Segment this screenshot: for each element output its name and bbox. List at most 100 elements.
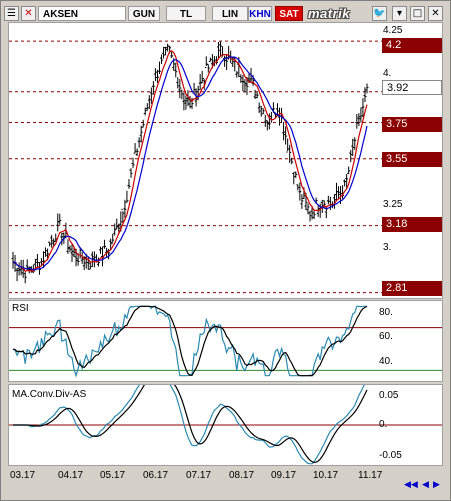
level-tag-3-75: 3.75 (382, 117, 442, 132)
price-bar (70, 244, 74, 262)
scroll-left-end-icon[interactable]: ◀◀ (404, 480, 418, 490)
current-price-tag: 3.92 (382, 80, 442, 95)
price-bar (204, 56, 208, 69)
month-label: 04.17 (58, 470, 84, 481)
month-label: 10.17 (313, 470, 339, 481)
price-bar (103, 239, 107, 249)
price-bar (284, 126, 288, 145)
price-bar (147, 95, 151, 109)
price-bar (282, 122, 286, 141)
symbol-field[interactable]: AKSEN (38, 6, 126, 21)
price-bar (261, 108, 265, 115)
price-bar (127, 179, 131, 189)
macd-title: MA.Conv.Div-AS (12, 389, 87, 400)
level-tag-3-55: 3.55 (382, 152, 442, 167)
price-bar (151, 81, 155, 95)
price-bar (157, 61, 161, 75)
price-bar (11, 251, 15, 269)
maximize-icon[interactable]: □ (410, 6, 425, 21)
price-bar (174, 62, 178, 78)
price-bar (66, 239, 70, 254)
price-bar (178, 79, 182, 99)
rsi-panel[interactable]: RSI 80. 60. 40. (8, 300, 443, 382)
price-bar (98, 246, 102, 254)
price-panel[interactable]: 4.25 4.2 4. 3.92 3.75 3.55 3.25 3.18 3. … (8, 22, 443, 299)
month-label: 03.17 (10, 470, 36, 481)
price-bar (357, 113, 361, 127)
price-bar (125, 190, 129, 203)
price-bar (296, 184, 300, 191)
price-bar (292, 172, 296, 185)
price-bar (269, 111, 273, 123)
axis-label-4-25: 4.25 (383, 25, 403, 36)
axis-label-4: 4. (383, 68, 392, 79)
price-chart (9, 40, 442, 294)
price-bar (298, 182, 302, 201)
month-label: 07.17 (186, 470, 212, 481)
currency-tl-button[interactable]: TL (166, 6, 206, 21)
price-bar (139, 125, 143, 143)
close-x-icon[interactable]: ✕ (21, 6, 36, 21)
close-icon[interactable]: ✕ (428, 6, 443, 21)
price-bar (233, 56, 237, 72)
axis-label-3: 3. (383, 242, 392, 253)
price-bar (48, 241, 52, 247)
price-bar (137, 137, 141, 148)
price-bar (219, 41, 223, 56)
period-gun-button[interactable]: GUN (128, 6, 160, 21)
khn-button[interactable]: KHN (248, 6, 272, 21)
price-bar (133, 143, 137, 154)
price-bar (286, 138, 290, 153)
sat-button[interactable]: SAT (275, 6, 303, 21)
macd-axis-neg-0-05: -0.05 (379, 450, 402, 461)
price-bar (23, 272, 27, 284)
price-bar (184, 95, 188, 110)
price-bar (35, 254, 39, 268)
rsi-axis-80: 80. (379, 307, 393, 318)
price-bar (182, 92, 186, 111)
price-bar (363, 87, 367, 103)
price-bar (326, 195, 330, 205)
price-bar (176, 77, 180, 89)
price-bar (200, 70, 204, 84)
price-bar (135, 148, 139, 157)
chevron-down-icon[interactable]: ▾ (392, 6, 407, 21)
axis-label-3-25: 3.25 (383, 199, 403, 210)
list-icon[interactable]: ☰ (4, 6, 19, 21)
level-tag-2-81: 2.81 (382, 281, 442, 296)
price-bar (160, 54, 164, 65)
price-bar (294, 171, 298, 179)
price-bar (351, 138, 355, 156)
month-label: 08.17 (229, 470, 255, 481)
price-bar (359, 107, 363, 123)
price-bar (180, 89, 184, 100)
price-bar (15, 268, 19, 282)
month-label: 09.17 (271, 470, 297, 481)
macd-axis-0: 0. (379, 419, 388, 430)
price-bar (349, 150, 353, 163)
rsi-chart (9, 305, 442, 378)
price-bar (129, 168, 133, 178)
rsi-axis-60: 60. (379, 331, 393, 342)
month-label: 05.17 (100, 470, 126, 481)
rsi-title: RSI (12, 303, 29, 314)
macd-panel[interactable]: MA.Conv.Div-AS 0.05 0. -0.05 (8, 384, 443, 466)
price-bar (166, 43, 170, 52)
price-bar (259, 105, 263, 117)
price-bar (235, 71, 239, 78)
price-bar (198, 74, 202, 90)
macd-axis-0-05: 0.05 (379, 390, 399, 401)
price-bar (145, 103, 149, 111)
price-bar (162, 46, 166, 59)
scroll-left-icon[interactable]: ◀ (422, 480, 429, 490)
price-bar (141, 119, 145, 128)
level-tag-3-18: 3.18 (382, 217, 442, 232)
scroll-right-icon[interactable]: ▶ (433, 480, 440, 490)
price-bar (58, 213, 62, 225)
price-bar (347, 166, 351, 175)
scale-lin-button[interactable]: LIN (212, 6, 248, 21)
twitter-icon[interactable]: 🐦 (372, 6, 387, 21)
price-bar (243, 78, 247, 93)
matrik-logo: matrik (308, 6, 351, 21)
rsi-line (12, 305, 367, 378)
